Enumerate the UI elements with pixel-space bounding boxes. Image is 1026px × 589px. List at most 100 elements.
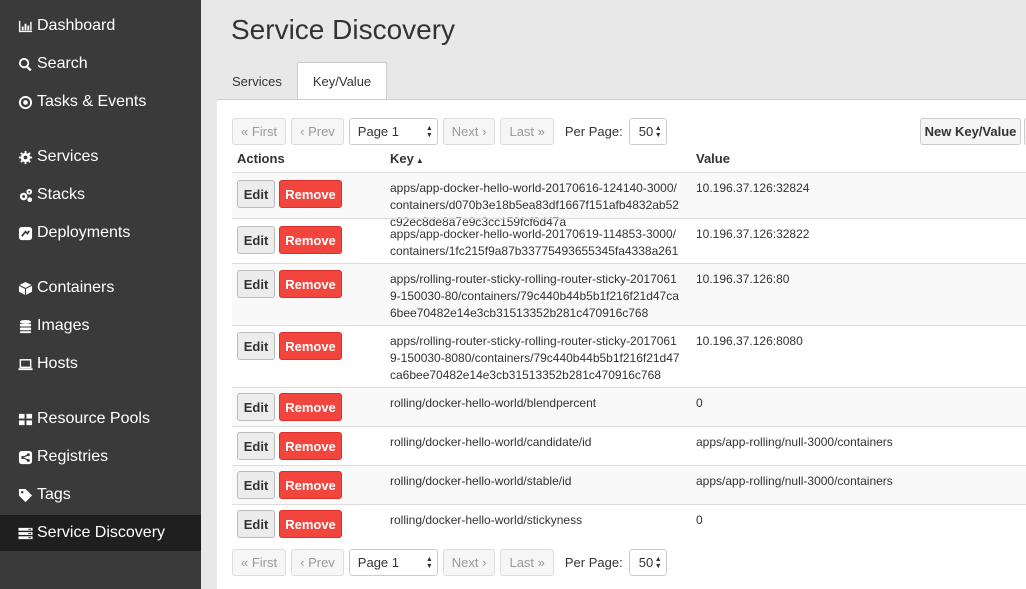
main-content: Service Discovery Services Key/Value « F…: [201, 0, 1026, 589]
edit-button[interactable]: Edit: [237, 332, 275, 360]
table-row: Edit Remove rolling/docker-hello-world/c…: [232, 426, 1026, 465]
per-page-label: Per Page:: [564, 555, 623, 570]
table-row: Edit Remove apps/rolling-router-sticky-r…: [232, 325, 1026, 387]
sidebar-item-tags[interactable]: Tags: [0, 477, 201, 513]
edit-button[interactable]: Edit: [237, 393, 275, 421]
key-cell: rolling/docker-hello-world/blendpercent: [390, 396, 597, 410]
sidebar-item-label: Services: [37, 148, 99, 165]
grid-icon: [17, 411, 33, 427]
tag-icon: [17, 487, 33, 503]
next-page-button[interactable]: Next ›: [442, 549, 496, 576]
prev-page-button[interactable]: ‹ Prev: [291, 549, 344, 576]
dot-circle-icon: [17, 94, 33, 110]
bar-chart-icon: [17, 18, 33, 34]
sidebar-item-hosts[interactable]: Hosts: [0, 346, 201, 382]
key-cell: apps/rolling-router-sticky-rolling-route…: [390, 272, 679, 320]
sidebar-item-service-discovery[interactable]: Service Discovery: [0, 515, 201, 551]
sidebar-item-label: Images: [37, 317, 90, 334]
sidebar-item-services[interactable]: Services: [0, 139, 201, 175]
column-header-key-label: Key: [390, 151, 414, 166]
sidebar-item-dashboard[interactable]: Dashboard: [0, 8, 201, 44]
first-page-button[interactable]: « First: [232, 118, 287, 145]
sidebar-item-label: Tasks & Events: [37, 93, 147, 110]
table-row: Edit Remove apps/app-docker-hello-world-…: [232, 218, 1026, 275]
per-page-label: Per Page:: [564, 124, 623, 139]
edit-button[interactable]: Edit: [237, 180, 275, 208]
sidebar-item-label: Stacks: [37, 186, 86, 203]
deploy-icon: [17, 225, 33, 241]
sidebar-item-tasks-events[interactable]: Tasks & Events: [0, 84, 201, 120]
page-select[interactable]: Page 1 ▲ ▼: [348, 118, 438, 145]
per-page-select[interactable]: 50 ▲ ▼: [628, 549, 667, 576]
sidebar-item-images[interactable]: Images: [0, 308, 201, 344]
key-cell: rolling/docker-hello-world/stable/id: [390, 474, 572, 488]
sidebar-item-search[interactable]: Search: [0, 46, 201, 82]
select-arrows-icon: ▲ ▼: [425, 556, 433, 570]
sidebar-item-registries[interactable]: Registries: [0, 439, 201, 475]
per-page-value: 50: [638, 555, 654, 570]
table-row: Edit Remove rolling/docker-hello-world/s…: [232, 504, 1026, 543]
value-cell: 0: [696, 396, 703, 410]
select-arrows-icon: ▲ ▼: [654, 125, 662, 139]
page-title: Service Discovery: [231, 14, 456, 45]
remove-button[interactable]: Remove: [279, 510, 342, 538]
remove-button[interactable]: Remove: [279, 226, 342, 254]
remove-button[interactable]: Remove: [279, 432, 342, 460]
sidebar-item-label: Deployments: [37, 224, 131, 241]
last-page-button[interactable]: Last »: [500, 118, 554, 145]
next-page-button[interactable]: Next ›: [442, 118, 496, 145]
per-page-select[interactable]: 50 ▲ ▼: [628, 118, 667, 145]
tab-key-value[interactable]: Key/Value: [296, 62, 388, 100]
remove-button[interactable]: Remove: [279, 332, 342, 360]
edit-button[interactable]: Edit: [237, 471, 275, 499]
remove-button[interactable]: Remove: [279, 180, 342, 208]
sidebar-item-resource-pools[interactable]: Resource Pools: [0, 401, 201, 437]
cube-icon: [17, 280, 33, 296]
key-value-panel: « First ‹ Prev Page 1 ▲ ▼ Next › Last » Pe…: [217, 99, 1026, 589]
pager-bottom: « First ‹ Prev Page 1 ▲ ▼ Next › Last » Pe…: [232, 549, 667, 576]
value-cell: 0: [696, 513, 703, 527]
last-page-button[interactable]: Last »: [500, 549, 554, 576]
sort-asc-icon: ▲: [415, 156, 424, 165]
sidebar-item-stacks[interactable]: Stacks: [0, 177, 201, 213]
sidebar-item-label: Tags: [37, 486, 71, 503]
sidebar-item-label: Dashboard: [37, 17, 116, 34]
value-cell: apps/app-rolling/null-3000/containers: [696, 474, 893, 488]
new-key-value-button[interactable]: New Key/Value: [920, 118, 1021, 145]
table-row: Edit Remove rolling/docker-hello-world/s…: [232, 465, 1026, 504]
table-row: Edit Remove rolling/docker-hello-world/b…: [232, 387, 1026, 426]
value-cell: 10.196.37.126:80: [696, 272, 790, 286]
sidebar-item-label: Containers: [37, 279, 115, 296]
sidebar-item-deployments[interactable]: Deployments: [0, 215, 201, 251]
remove-button[interactable]: Remove: [279, 270, 342, 298]
edit-button[interactable]: Edit: [237, 270, 275, 298]
column-header-key[interactable]: Key ▲: [390, 151, 424, 166]
first-page-button[interactable]: « First: [232, 549, 287, 576]
edit-button[interactable]: Edit: [237, 226, 275, 254]
sidebar-item-label: Registries: [37, 448, 109, 465]
column-header-value: Value: [696, 151, 730, 166]
remove-button[interactable]: Remove: [279, 393, 342, 421]
server-icon: [17, 525, 33, 541]
prev-page-button[interactable]: ‹ Prev: [291, 118, 344, 145]
per-page-value: 50: [638, 124, 654, 139]
value-cell: 10.196.37.126:32824: [696, 181, 810, 195]
page-select-value: Page 1: [357, 124, 399, 139]
select-arrows-icon: ▲ ▼: [425, 125, 433, 139]
select-arrows-icon: ▲ ▼: [654, 556, 662, 570]
search-icon: [17, 56, 33, 72]
sidebar-item-label: Service Discovery: [37, 524, 166, 541]
gear-icon: [17, 149, 33, 165]
column-header-actions: Actions: [237, 151, 285, 166]
tab-services[interactable]: Services: [217, 62, 297, 100]
page-select[interactable]: Page 1 ▲ ▼: [348, 549, 438, 576]
table-row: Edit Remove apps/app-docker-hello-world-…: [232, 172, 1026, 229]
key-cell: rolling/docker-hello-world/stickyness: [390, 513, 583, 527]
remove-button[interactable]: Remove: [279, 471, 342, 499]
value-cell: 10.196.37.126:32822: [696, 227, 810, 241]
edit-button[interactable]: Edit: [237, 432, 275, 460]
database-icon: [17, 318, 33, 334]
sidebar-item-containers[interactable]: Containers: [0, 270, 201, 306]
tab-bar: Services Key/Value: [217, 62, 388, 100]
edit-button[interactable]: Edit: [237, 510, 275, 538]
